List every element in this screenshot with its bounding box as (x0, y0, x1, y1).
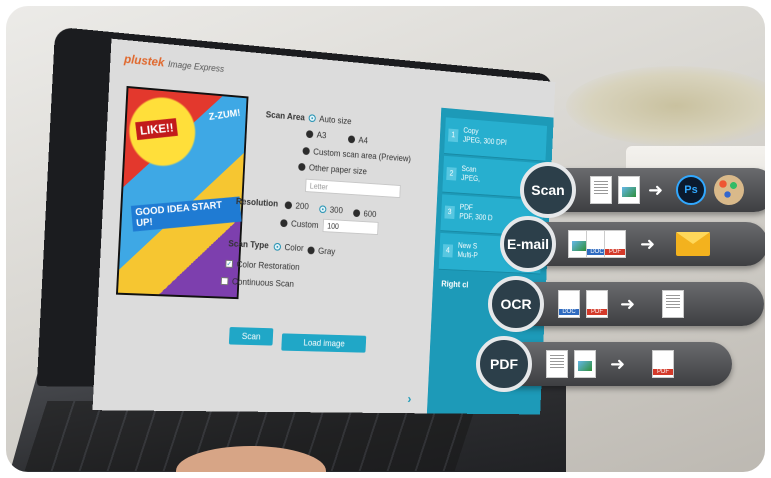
artwork-zoom-text: Z-ZUM! (207, 107, 241, 123)
profile-text: Scan JPEG, (461, 164, 481, 184)
photoshop-icon: Ps (676, 175, 706, 205)
arrow-icon: ➜ (610, 354, 626, 374)
ocr-badge: OCR (488, 276, 544, 332)
a4-label: A4 (358, 135, 369, 146)
envelope-icon (676, 232, 710, 256)
radio-gray[interactable] (307, 246, 315, 255)
next-arrow-button[interactable]: › (407, 391, 412, 406)
res-300-label: 300 (329, 204, 344, 216)
doc-file-icon (558, 290, 580, 318)
scan-badge: Scan (520, 162, 576, 218)
other-size-label: Other paper size (308, 162, 368, 177)
continuous-scan-label: Continuous Scan (231, 276, 295, 289)
arrow-icon: ➜ (620, 294, 636, 314)
scan-type-label: Scan Type (228, 238, 269, 251)
photo-frame: plustekImage Express ? – ☐ ✕ Z-ZUM! LIKE… (6, 6, 765, 472)
profile-number: 2 (446, 167, 457, 181)
image-icon (618, 176, 640, 204)
res-600-label: 600 (363, 208, 377, 220)
radio-custom-area[interactable] (302, 147, 310, 156)
radio-200[interactable] (284, 201, 293, 210)
auto-size-label: Auto size (319, 114, 352, 127)
artwork-idea-text: GOOD IDEA START UP! (130, 196, 242, 232)
paint-palette-icon (714, 175, 744, 205)
profile-number: 3 (444, 205, 455, 220)
profile-sub: JPEG, 300 DPI (462, 135, 507, 147)
continuous-scan-checkbox[interactable] (220, 277, 229, 286)
profile-sub: JPEG, (460, 173, 481, 184)
radio-a4[interactable] (347, 135, 356, 144)
radio-color[interactable] (273, 242, 282, 251)
profile-title: New S (457, 241, 478, 251)
radio-custom-res[interactable] (280, 219, 288, 228)
res-custom-label: Custom (290, 218, 319, 230)
profile-sub: Multi-P (457, 250, 479, 260)
pdf-file-icon (652, 350, 674, 378)
profile-text: New S Multi-P (457, 241, 478, 260)
color-restoration-label: Color Restoration (236, 259, 300, 272)
arrow-icon: ➜ (640, 234, 656, 254)
profile-number: 4 (442, 244, 454, 258)
feature-ocr: OCR ➜ (488, 276, 764, 332)
profile-title: Copy (463, 126, 479, 136)
background-lamp (566, 66, 765, 146)
pdf-badge: PDF (476, 336, 532, 392)
color-restoration-checkbox[interactable]: ✓ (225, 259, 234, 268)
panel-footer-text: Right cl (441, 279, 469, 290)
custom-area-label: Custom scan area (Preview) (313, 146, 412, 164)
arrow-icon: ➜ (648, 180, 664, 200)
radio-other-size[interactable] (298, 162, 306, 172)
custom-resolution-input[interactable]: 100 (322, 218, 379, 236)
profile-item-copy[interactable]: 1 Copy JPEG, 300 DPI (444, 117, 548, 162)
product-name: Image Express (167, 59, 225, 74)
document-icon (590, 176, 612, 204)
scan-area-label: Scan Area (265, 109, 306, 123)
feature-email: E-mail ➜ (500, 216, 765, 272)
profile-number: 1 (448, 128, 459, 143)
radio-auto-size[interactable] (308, 114, 316, 123)
profile-title: PDF (459, 202, 474, 212)
res-200-label: 200 (295, 200, 310, 212)
profile-title: Scan (461, 164, 477, 174)
radio-600[interactable] (353, 209, 361, 218)
app-logo: plustek Image Express (124, 52, 225, 75)
feature-pdf: PDF ➜ (476, 336, 732, 392)
scan-button[interactable]: Scan (228, 326, 274, 346)
profile-text: PDF PDF, 300 D (459, 203, 493, 223)
pdf-file-icon (604, 230, 626, 258)
a3-label: A3 (316, 130, 327, 141)
color-label: Color (284, 242, 304, 253)
radio-a3[interactable] (305, 130, 314, 139)
document-icon (546, 350, 568, 378)
profile-text: Copy JPEG, 300 DPI (463, 126, 508, 148)
artwork-like-text: LIKE!! (135, 118, 179, 141)
gray-label: Gray (317, 246, 336, 257)
text-document-icon (662, 290, 684, 318)
image-icon (574, 350, 596, 378)
email-badge: E-mail (500, 216, 556, 272)
profile-sub: PDF, 300 D (459, 211, 493, 223)
feature-scan: Scan ➜ Ps (520, 162, 765, 218)
pdf-file-icon (586, 290, 608, 318)
paper-size-dropdown[interactable]: Letter (305, 178, 401, 199)
load-image-button[interactable]: Load image (281, 333, 367, 353)
radio-300[interactable] (319, 205, 327, 214)
brand-name: plustek (123, 51, 165, 70)
